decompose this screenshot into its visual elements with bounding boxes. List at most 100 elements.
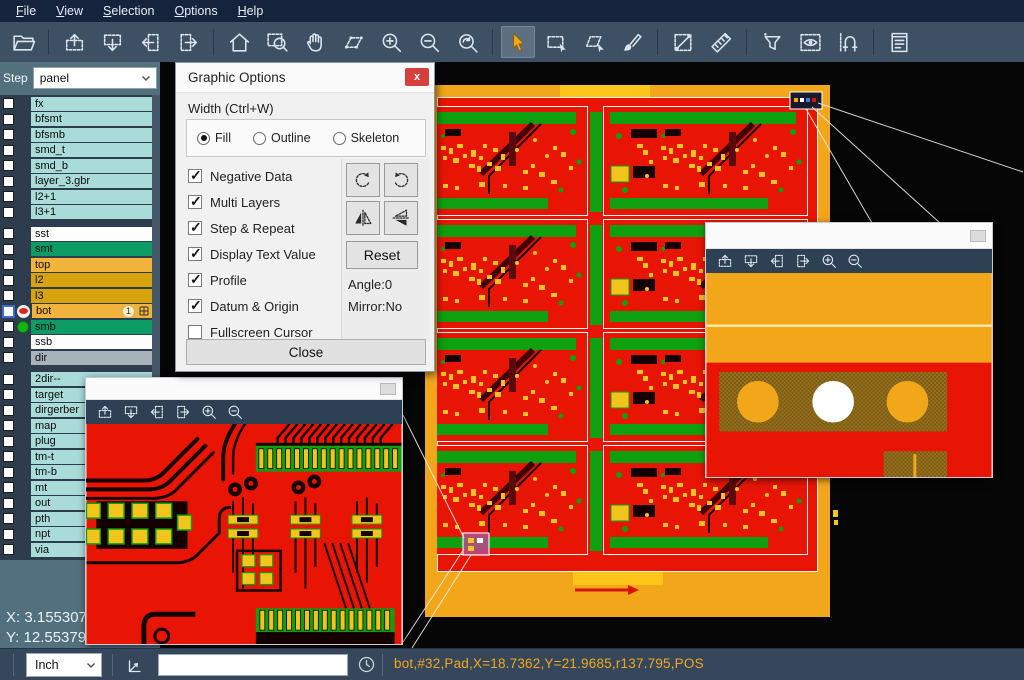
layer-visibility-checkbox-ssb[interactable] xyxy=(3,337,14,348)
magnifier-title-bar[interactable] xyxy=(86,378,402,400)
zoom-home-button[interactable] xyxy=(222,26,256,58)
menu-options[interactable]: Options xyxy=(164,0,227,22)
pan-button[interactable] xyxy=(298,26,332,58)
zoom-in-button[interactable] xyxy=(816,251,842,271)
radio-outline[interactable]: Outline xyxy=(253,131,311,145)
layer-visibility-checkbox-l2+1[interactable] xyxy=(3,191,14,202)
layer-label-smd_b[interactable]: smd_b xyxy=(31,159,152,173)
ruler-tool-button[interactable] xyxy=(704,26,738,58)
shift-left-button[interactable] xyxy=(144,402,170,422)
close-icon[interactable]: x xyxy=(405,68,429,86)
select-polygon-button[interactable] xyxy=(577,26,611,58)
layer-visibility-checkbox-top[interactable] xyxy=(3,259,14,270)
magnifier-right-pcb-view[interactable] xyxy=(706,273,992,477)
shift-left-button[interactable] xyxy=(764,251,790,271)
zoom-previous-button[interactable] xyxy=(450,26,484,58)
magnifier-title-bar[interactable] xyxy=(706,223,992,249)
layer-visibility-checkbox-dir[interactable] xyxy=(3,352,14,363)
magnifier-window-right[interactable] xyxy=(705,222,993,478)
layer-visibility-checkbox-out[interactable] xyxy=(3,498,14,509)
magnifier-window-button[interactable] xyxy=(970,230,986,242)
layer-label-sst[interactable]: sst xyxy=(31,227,152,241)
rotate-ccw-button[interactable] xyxy=(384,163,418,197)
layer-visibility-checkbox-l2[interactable] xyxy=(3,275,14,286)
layer-visibility-checkbox-layer_3.gbr[interactable] xyxy=(3,176,14,187)
reset-button[interactable]: Reset xyxy=(346,241,418,269)
checkbox-step-repeat[interactable]: Step & Repeat xyxy=(188,219,295,237)
menu-file[interactable]: File xyxy=(6,0,46,22)
radio-skeleton[interactable]: Skeleton xyxy=(333,131,400,145)
layer-visibility-checkbox-sst[interactable] xyxy=(3,228,14,239)
select-tool-button[interactable] xyxy=(501,26,535,58)
angle-mode-icon[interactable] xyxy=(126,654,147,680)
layer-visibility-checkbox-dirgerber[interactable] xyxy=(3,405,14,416)
layer-visibility-checkbox-tm-t[interactable] xyxy=(3,451,14,462)
layer-visibility-checkbox-l3[interactable] xyxy=(3,290,14,301)
zoom-out-button[interactable] xyxy=(222,402,248,422)
checkbox-multi-layers[interactable]: Multi Layers xyxy=(188,193,280,211)
checkbox-datum-origin[interactable]: Datum & Origin xyxy=(188,297,299,315)
menu-help[interactable]: Help xyxy=(228,0,274,22)
layer-label-smd_t[interactable]: smd_t xyxy=(31,143,152,157)
rotate-cw-button[interactable] xyxy=(346,163,380,197)
layer-label-l2+1[interactable]: l2+1 xyxy=(31,190,152,204)
layer-visibility-checkbox-target[interactable] xyxy=(3,389,14,400)
layer-visibility-checkbox-bot[interactable] xyxy=(2,305,15,318)
layer-visibility-checkbox-mt[interactable] xyxy=(3,482,14,493)
layer-label-bfsmt[interactable]: bfsmt xyxy=(31,112,152,126)
shift-view-right-button[interactable] xyxy=(171,26,205,58)
layer-label-fx[interactable]: fx xyxy=(31,97,152,111)
layer-visibility-checkbox-2dir--[interactable] xyxy=(3,374,14,385)
magnifier-window-button[interactable] xyxy=(380,383,396,395)
dialog-title-bar[interactable]: Graphic Options xyxy=(176,63,434,93)
shift-view-up-button[interactable] xyxy=(57,26,91,58)
layer-visibility-checkbox-smd_b[interactable] xyxy=(3,160,14,171)
shift-up-button[interactable] xyxy=(712,251,738,271)
shift-down-button[interactable] xyxy=(118,402,144,422)
unit-select[interactable]: Inch xyxy=(26,653,102,677)
zoom-area-button[interactable] xyxy=(260,26,294,58)
layer-label-dir[interactable]: dir xyxy=(31,351,152,365)
view-options-button[interactable] xyxy=(793,26,827,58)
layer-label-ssb[interactable]: ssb xyxy=(31,335,152,349)
step-select[interactable]: panel xyxy=(33,67,157,89)
layer-visibility-checkbox-tm-b[interactable] xyxy=(3,467,14,478)
layer-label-smb[interactable]: smb xyxy=(31,320,152,334)
layer-visibility-checkbox-npt[interactable] xyxy=(3,529,14,540)
layer-visibility-checkbox-smd_t[interactable] xyxy=(3,145,14,156)
menu-view[interactable]: View xyxy=(46,0,93,22)
shift-view-down-button[interactable] xyxy=(95,26,129,58)
zoom-in-button[interactable] xyxy=(374,26,408,58)
flip-horizontal-button[interactable] xyxy=(346,201,380,235)
magnifier-left-pcb-view[interactable] xyxy=(86,424,402,644)
shift-view-left-button[interactable] xyxy=(133,26,167,58)
shift-down-button[interactable] xyxy=(738,251,764,271)
flip-vertical-button[interactable] xyxy=(384,201,418,235)
zoom-in-button[interactable] xyxy=(196,402,222,422)
brush-tool-button[interactable] xyxy=(615,26,649,58)
checkbox-profile[interactable]: Profile xyxy=(188,271,247,289)
layer-label-layer_3.gbr[interactable]: layer_3.gbr xyxy=(31,174,152,188)
shift-right-button[interactable] xyxy=(790,251,816,271)
zoom-polygon-button[interactable] xyxy=(336,26,370,58)
layer-visibility-checkbox-smt[interactable] xyxy=(3,244,14,255)
open-file-button[interactable] xyxy=(6,26,40,58)
layer-visibility-checkbox-pth[interactable] xyxy=(3,513,14,524)
zoom-out-button[interactable] xyxy=(412,26,446,58)
zoom-out-button[interactable] xyxy=(842,251,868,271)
layer-visibility-checkbox-via[interactable] xyxy=(3,544,14,555)
layer-visibility-checkbox-bfsmb[interactable] xyxy=(3,129,14,140)
menu-selection[interactable]: Selection xyxy=(93,0,164,22)
command-input[interactable] xyxy=(158,654,348,676)
report-tool-button[interactable] xyxy=(882,26,916,58)
layer-visibility-checkbox-bfsmt[interactable] xyxy=(3,114,14,125)
select-rectangle-button[interactable] xyxy=(539,26,573,58)
filter-tool-button[interactable] xyxy=(755,26,789,58)
radio-fill[interactable]: Fill xyxy=(197,131,231,145)
layer-visibility-checkbox-smb[interactable] xyxy=(3,321,14,332)
layer-label-bfsmb[interactable]: bfsmb xyxy=(31,128,152,142)
shift-up-button[interactable] xyxy=(92,402,118,422)
snap-tool-button[interactable] xyxy=(831,26,865,58)
layer-label-smt[interactable]: smt xyxy=(31,242,152,256)
grid-icon[interactable] xyxy=(139,306,149,316)
